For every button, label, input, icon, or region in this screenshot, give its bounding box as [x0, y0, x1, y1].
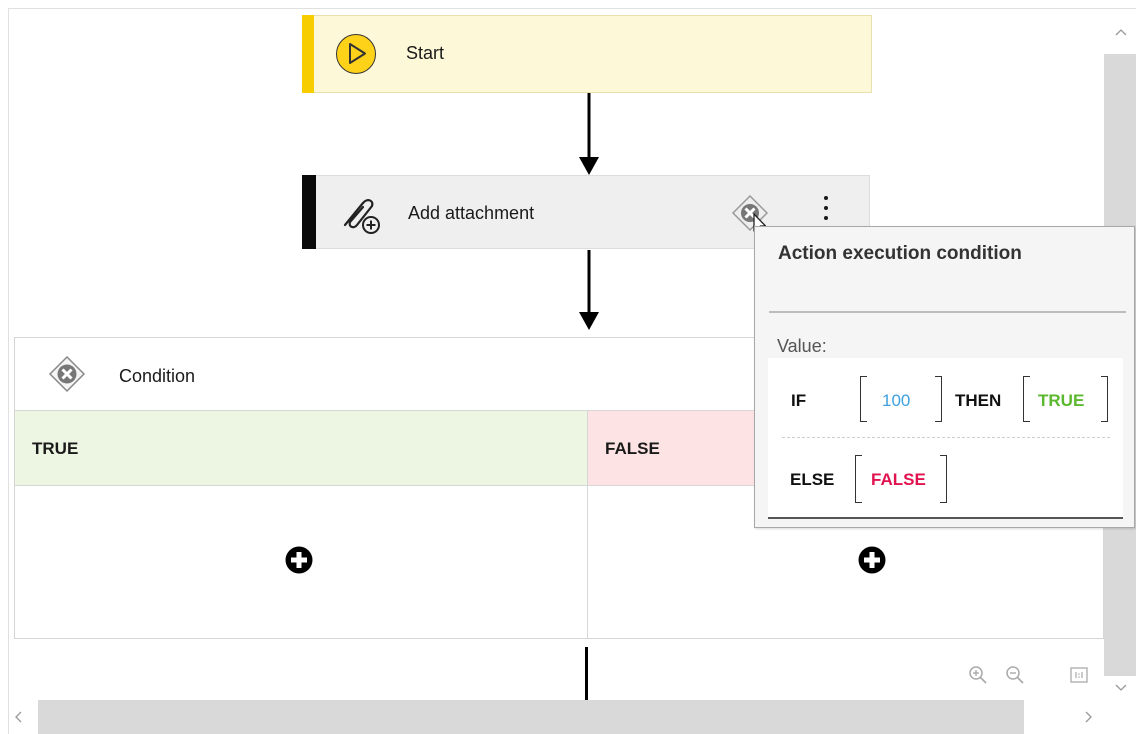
bracket-right	[940, 455, 947, 503]
start-node[interactable]: Start	[302, 15, 872, 93]
bracket-left	[860, 376, 867, 422]
action-node-label: Add attachment	[408, 203, 535, 223]
if-value: 100	[882, 391, 911, 410]
condition-expression: IF 100 THEN TRUE ELSE FALSE	[768, 358, 1123, 519]
popup-title: Action execution condition	[778, 243, 1022, 264]
horizontal-scrollbar[interactable]	[8, 700, 1104, 734]
play-icon	[336, 34, 376, 74]
branch-false-label: FALSE	[605, 439, 660, 458]
branch-true-label: TRUE	[32, 439, 79, 458]
expression-divider	[782, 437, 1110, 438]
bracket-left	[855, 455, 862, 503]
then-value: TRUE	[1038, 391, 1085, 410]
action-node-accent	[302, 175, 316, 249]
branch-true-header[interactable]: TRUE	[15, 410, 587, 486]
zoom-in-icon[interactable]	[967, 664, 989, 686]
zoom-out-icon[interactable]	[1004, 664, 1026, 686]
popup-separator	[769, 311, 1126, 313]
chevron-up-icon[interactable]	[1114, 26, 1128, 40]
chevron-left-icon[interactable]	[12, 710, 26, 724]
else-keyword: ELSE	[790, 470, 835, 489]
condition-icon	[48, 355, 86, 393]
else-value: FALSE	[871, 470, 926, 489]
then-keyword: THEN	[955, 391, 1002, 410]
add-step-false-icon[interactable]	[858, 546, 886, 574]
actual-size-icon[interactable]	[1068, 664, 1090, 686]
start-node-label: Start	[406, 43, 445, 63]
add-step-true-icon[interactable]	[285, 546, 313, 574]
execution-condition-popup: Action execution condition Value: IF 100…	[754, 226, 1135, 528]
chevron-down-icon[interactable]	[1114, 680, 1128, 694]
bracket-right	[935, 376, 942, 422]
if-keyword: IF	[791, 391, 807, 410]
connector-arrow	[579, 250, 599, 330]
bracket-right	[1101, 376, 1108, 422]
workflow-canvas[interactable]: Start Add attachment Condition TRUE FALS…	[0, 0, 1136, 734]
horizontal-scroll-thumb[interactable]	[38, 700, 1024, 734]
chevron-right-icon[interactable]	[1081, 710, 1095, 724]
start-node-accent	[302, 15, 314, 93]
branch-divider	[587, 486, 588, 638]
condition-label: Condition	[119, 366, 196, 386]
attachment-add-icon	[343, 199, 380, 234]
connector-arrow	[579, 93, 599, 175]
popup-value-label: Value:	[777, 336, 827, 356]
bracket-left	[1023, 376, 1030, 422]
connector-line	[585, 647, 588, 700]
